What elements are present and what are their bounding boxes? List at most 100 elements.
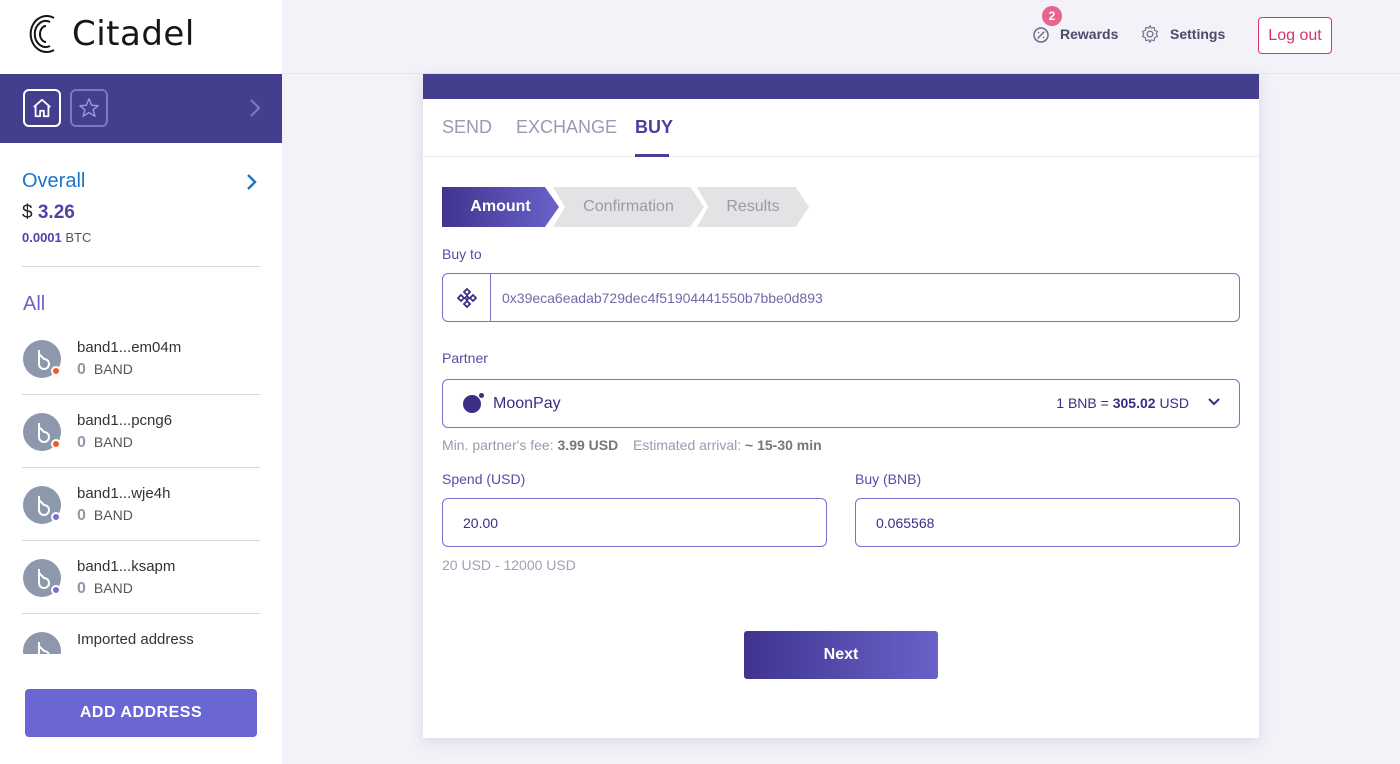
- currency-symbol: $: [22, 202, 33, 223]
- partner-name: MoonPay: [493, 395, 561, 412]
- estimated-arrival: Estimated arrival: ~ 15-30 min: [633, 437, 822, 453]
- bnb-icon-box: [443, 274, 491, 321]
- bnb-icon: [456, 287, 477, 308]
- sidebar-nav: [0, 74, 282, 143]
- overall-label[interactable]: Overall: [22, 170, 85, 193]
- address-balance: 0 BAND: [77, 507, 133, 525]
- step-results: Results: [697, 187, 809, 227]
- address-unit: BAND: [93, 361, 133, 377]
- settings-label: Settings: [1170, 26, 1226, 42]
- address-amount: 0: [77, 580, 86, 597]
- active-tab-indicator: [635, 154, 669, 157]
- add-address-button[interactable]: ADD ADDRESS: [25, 689, 257, 737]
- tab-send[interactable]: SEND: [442, 117, 492, 138]
- tab-bar: SEND EXCHANGE BUY: [423, 99, 1259, 157]
- address-item[interactable]: band1...wje4h 0 BAND: [22, 468, 260, 541]
- address-name: band1...ksapm: [77, 558, 176, 575]
- fee-label: Min. partner's fee:: [442, 437, 554, 453]
- band-logo-icon: [38, 496, 50, 516]
- overall-balance: $ 3.26: [22, 202, 75, 224]
- partner-label: Partner: [442, 350, 488, 366]
- buy-panel: SEND EXCHANGE BUY Results Confirmation A…: [423, 74, 1259, 738]
- buy-amount-value: 0.065568: [876, 515, 935, 531]
- next-button[interactable]: Next: [744, 631, 938, 679]
- spend-range-hint: 20 USD - 12000 USD: [442, 557, 576, 573]
- balance-usd: 3.26: [37, 202, 75, 223]
- balance-btc-line: 0.0001 BTC: [22, 230, 91, 245]
- address-amount: 0: [77, 507, 86, 524]
- address-unit: BAND: [93, 580, 133, 596]
- address-balance: 0 BAND: [77, 580, 133, 598]
- arrival-value: ~ 15-30 min: [745, 437, 822, 453]
- logout-button[interactable]: Log out: [1258, 17, 1332, 54]
- spend-input[interactable]: 20.00: [442, 498, 827, 547]
- buy-amount-label: Buy (BNB): [855, 471, 922, 487]
- address-unit: BAND: [93, 434, 133, 450]
- rewards-icon: [1033, 27, 1049, 43]
- favorites-button[interactable]: [70, 89, 108, 127]
- tab-buy[interactable]: BUY: [635, 117, 673, 138]
- address-balance: 0 BAND: [77, 434, 133, 452]
- top-bar: [282, 0, 1400, 74]
- fee-value: 3.99 USD: [557, 437, 619, 453]
- arrival-label: Estimated arrival:: [633, 437, 742, 453]
- chevron-right-icon[interactable]: [248, 97, 262, 119]
- step-amount: Amount: [442, 187, 559, 227]
- buy-to-field[interactable]: 0x39eca6eadab729dec4f51904441550b7bbe0d8…: [442, 273, 1240, 322]
- btc-unit: BTC: [65, 230, 92, 245]
- address-item[interactable]: Imported address: [22, 614, 260, 654]
- band-logo-icon: [38, 642, 50, 654]
- address-name: band1...pcng6: [77, 412, 173, 429]
- rate-prefix: 1 BNB =: [1056, 395, 1109, 411]
- address-item[interactable]: band1...em04m 0 BAND: [22, 322, 260, 395]
- divider: [22, 266, 260, 267]
- address-list: band1...em04m 0 BAND band1...pcng6 0 BAND …: [0, 322, 282, 654]
- spend-label: Spend (USD): [442, 471, 526, 487]
- partner-fee: Min. partner's fee: 3.99 USD: [442, 437, 618, 453]
- address-name: Imported address: [77, 631, 194, 648]
- panel-header-bar: [423, 74, 1259, 99]
- address-unit: BAND: [93, 507, 133, 523]
- rate-value: 305.02: [1112, 395, 1156, 411]
- gear-icon: [1141, 25, 1159, 43]
- buy-to-label: Buy to: [442, 246, 482, 262]
- address-balance: 0 BAND: [77, 361, 133, 379]
- address-name: band1...wje4h: [77, 485, 171, 502]
- address-item[interactable]: band1...pcng6 0 BAND: [22, 395, 260, 468]
- overall-chevron-icon[interactable]: [246, 173, 258, 191]
- star-icon: [79, 98, 99, 117]
- band-avatar: [23, 632, 61, 654]
- address-item[interactable]: band1...ksapm 0 BAND: [22, 541, 260, 614]
- buy-to-address: 0x39eca6eadab729dec4f51904441550b7bbe0d8…: [502, 290, 823, 306]
- spend-value: 20.00: [463, 515, 499, 531]
- settings-button[interactable]: Settings: [1140, 24, 1225, 44]
- logo[interactable]: Citadel: [24, 12, 195, 56]
- balance-btc: 0.0001: [22, 230, 62, 245]
- band-logo-icon: [38, 423, 50, 443]
- address-name: band1...em04m: [77, 339, 182, 356]
- status-dot: [51, 512, 61, 522]
- rewards-button[interactable]: Rewards: [1032, 24, 1118, 44]
- rewards-label: Rewards: [1060, 26, 1119, 42]
- exchange-rate: 1 BNB = 305.02 USD: [1056, 395, 1189, 411]
- chevron-down-icon[interactable]: [1207, 397, 1221, 407]
- address-amount: 0: [77, 361, 86, 378]
- band-logo-icon: [38, 569, 50, 589]
- moonpay-icon: [463, 393, 484, 413]
- partner-select[interactable]: MoonPay 1 BNB = 305.02 USD: [442, 379, 1240, 428]
- address-amount: 0: [77, 434, 86, 451]
- step-confirmation: Confirmation: [553, 187, 704, 227]
- all-label: All: [23, 293, 46, 315]
- band-logo-icon: [38, 350, 50, 370]
- citadel-logo-icon: [29, 15, 55, 53]
- status-dot: [51, 585, 61, 595]
- rate-unit: USD: [1159, 395, 1189, 411]
- tab-exchange[interactable]: EXCHANGE: [516, 117, 617, 138]
- buy-amount-input[interactable]: 0.065568: [855, 498, 1240, 547]
- app-name: Citadel: [72, 14, 195, 54]
- sidebar: Citadel Overall $ 3.26 0.0001 BTC All ba…: [0, 0, 282, 764]
- home-button[interactable]: [23, 89, 61, 127]
- rewards-badge: 2: [1042, 6, 1062, 26]
- status-dot: [51, 439, 61, 449]
- home-icon: [33, 98, 51, 118]
